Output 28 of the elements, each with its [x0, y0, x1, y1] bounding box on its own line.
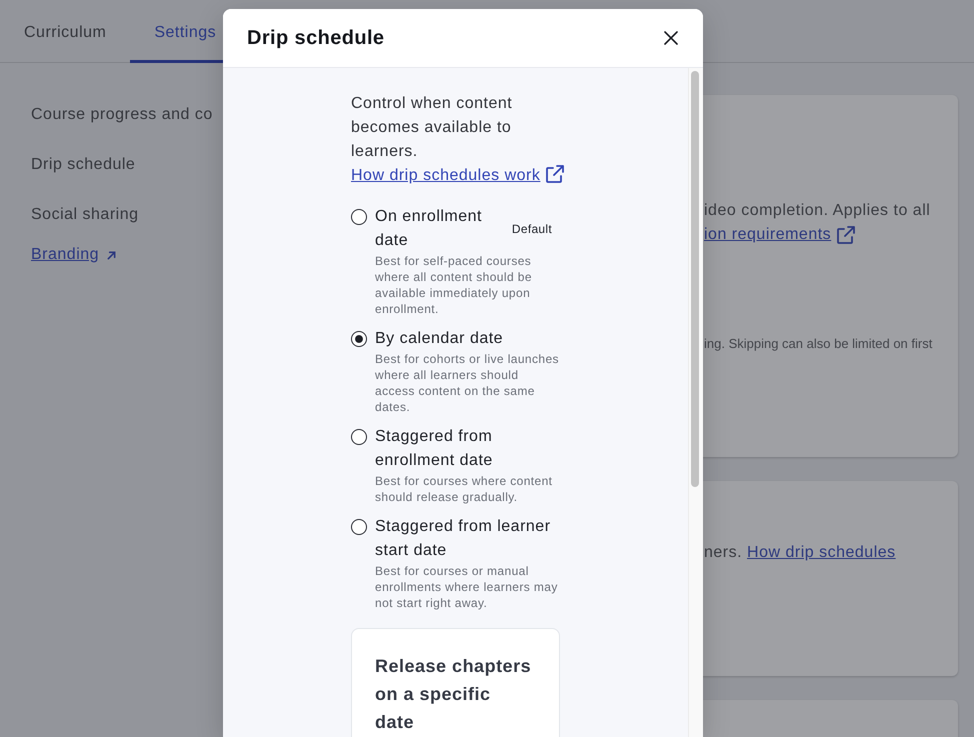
- requirements-link[interactable]: ion requirements: [704, 223, 832, 247]
- option-label[interactable]: Staggered from learner start date: [375, 515, 560, 563]
- radio-button[interactable]: [351, 519, 367, 535]
- card-text: ners. How drip schedules: [704, 543, 896, 563]
- card-heading: Release chapters on a specific date: [375, 655, 532, 734]
- radio-button[interactable]: [351, 429, 367, 445]
- arrow-up-right-icon: [107, 250, 116, 260]
- radio-button[interactable]: [351, 209, 367, 225]
- default-label: Default: [512, 221, 552, 237]
- card-note: ing. Skipping can also be limited on first: [704, 335, 932, 353]
- sidebar-item[interactable]: Social sharing: [31, 203, 138, 227]
- dialog-title: Drip schedule: [247, 26, 384, 50]
- close-icon: [664, 31, 678, 45]
- option-label[interactable]: By calendar date: [375, 327, 560, 351]
- option-description: Best for self-paced courses where all content should be available immediately upon enrollment.: [375, 253, 533, 317]
- sidebar-link[interactable]: Branding: [31, 243, 100, 267]
- option-label[interactable]: On enrollment date: [375, 205, 502, 253]
- option-label[interactable]: Staggered from enrollment date: [375, 425, 560, 473]
- card-text: ideo completion. Applies to all: [704, 201, 930, 221]
- scrollbar-thumb[interactable]: [691, 71, 699, 487]
- radio-button[interactable]: [351, 331, 367, 347]
- option-description: Best for courses or manual enrollments where learners may not start right away.: [375, 563, 559, 611]
- sidebar-item[interactable]: Course progress and co: [31, 103, 213, 127]
- option-description: Best for cohorts or live launches where all learners should access content on the same dates.: [375, 351, 560, 415]
- sidebar-item[interactable]: Drip schedule: [31, 153, 136, 177]
- option-description: Best for courses where content should release gradually.: [375, 473, 554, 505]
- help-link[interactable]: How drip schedules: [747, 544, 896, 561]
- tab[interactable]: Curriculum: [0, 0, 130, 63]
